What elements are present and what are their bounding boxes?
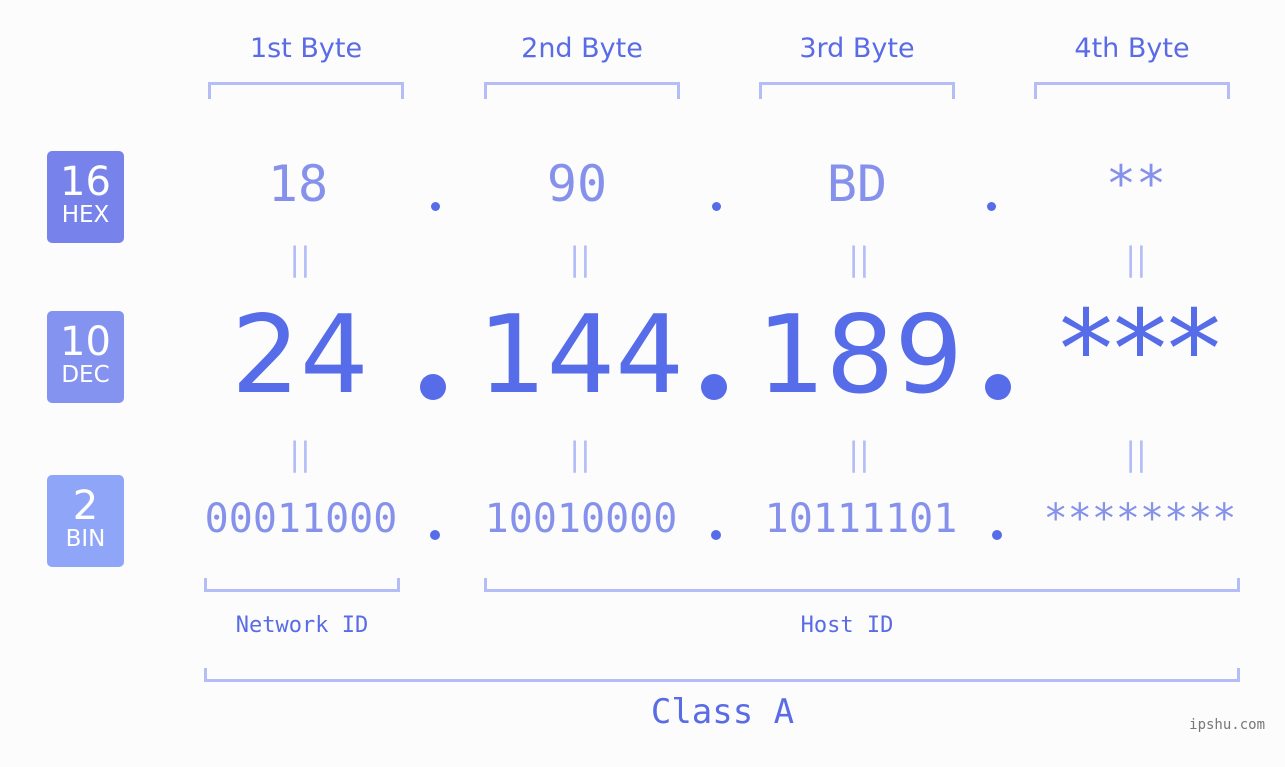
- bin-byte-4: ********: [1043, 496, 1237, 542]
- dec-label: DEC: [61, 362, 110, 388]
- byte-header-3: 3rd Byte: [799, 33, 915, 64]
- hex-base: 16: [60, 159, 111, 205]
- equals-sign: ||: [569, 240, 591, 278]
- hex-label: HEX: [61, 202, 110, 228]
- bin-base: 2: [72, 483, 99, 529]
- byte-header-4: 4th Byte: [1074, 33, 1190, 64]
- class-bracket: [204, 668, 1240, 682]
- dec-base: 10: [60, 319, 111, 365]
- hex-byte-2: 90: [546, 155, 608, 213]
- dec-byte-1: 24: [231, 293, 369, 418]
- bin-separator-dot: [430, 530, 440, 540]
- hex-separator-dot: [431, 202, 440, 211]
- dec-byte-4: ***: [1059, 288, 1221, 413]
- equals-sign: ||: [1125, 435, 1147, 473]
- byte-bracket-4: [1034, 82, 1230, 99]
- bin-separator-dot: [992, 530, 1002, 540]
- host-id-label: Host ID: [800, 613, 894, 638]
- bin-label: BIN: [65, 526, 106, 552]
- hex-byte-1: 18: [267, 155, 329, 213]
- byte-bracket-2: [484, 82, 680, 99]
- dec-separator-dot: [420, 374, 446, 400]
- hex-byte-4: **: [1105, 155, 1167, 213]
- equals-sign: ||: [289, 435, 311, 473]
- bin-badge: 2 BIN: [47, 475, 124, 567]
- byte-bracket-3: [759, 82, 955, 99]
- network-id-bracket: [204, 578, 400, 592]
- dec-badge: 10 DEC: [47, 311, 124, 403]
- byte-bracket-1: [208, 82, 404, 99]
- class-label: Class A: [650, 692, 795, 732]
- equals-sign: ||: [848, 240, 870, 278]
- equals-sign: ||: [1125, 240, 1147, 278]
- equals-sign: ||: [289, 240, 311, 278]
- bin-byte-2: 10010000: [484, 496, 678, 542]
- hex-separator-dot: [987, 202, 996, 211]
- dec-byte-3: 189: [756, 293, 964, 418]
- bin-byte-3: 10111101: [764, 496, 958, 542]
- dec-byte-2: 144: [477, 293, 685, 418]
- byte-header-2: 2nd Byte: [521, 33, 643, 64]
- dec-separator-dot: [985, 374, 1011, 400]
- dec-separator-dot: [701, 374, 727, 400]
- bin-separator-dot: [711, 530, 721, 540]
- bin-byte-1: 00011000: [204, 496, 398, 542]
- watermark: ipshu.com: [1189, 717, 1265, 733]
- hex-separator-dot: [712, 202, 721, 211]
- byte-header-1: 1st Byte: [249, 33, 363, 64]
- hex-badge: 16 HEX: [47, 151, 124, 243]
- network-id-label: Network ID: [235, 613, 369, 638]
- equals-sign: ||: [569, 435, 591, 473]
- hex-byte-3: BD: [826, 155, 888, 213]
- equals-sign: ||: [848, 435, 870, 473]
- host-id-bracket: [484, 578, 1240, 592]
